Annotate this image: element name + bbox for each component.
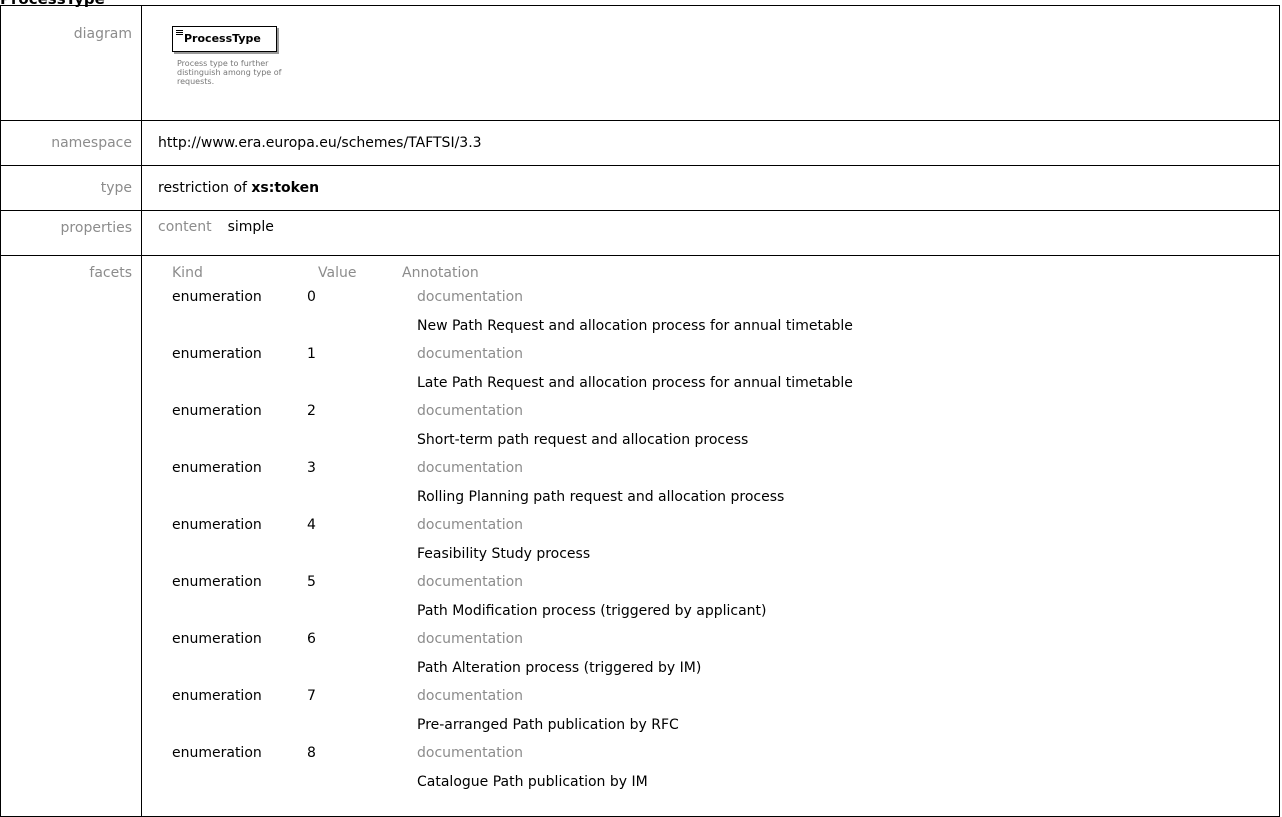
facet-doc-label: documentation — [417, 346, 524, 362]
facet-doc-label: documentation — [417, 517, 524, 533]
properties-row: properties content simple — [0, 210, 1280, 256]
facet-doc-label: documentation — [417, 289, 524, 305]
property-key: content — [158, 219, 212, 235]
facet-kind: enumeration — [172, 346, 262, 362]
facet-doc-label: documentation — [417, 460, 524, 476]
facet-value: 6 — [307, 631, 316, 647]
facet-row: enumeration 5 documentation Path Modificati… — [142, 574, 1279, 631]
facet-doc-text: Path Alteration process (triggered by IM… — [417, 660, 702, 676]
properties-label: properties — [0, 210, 142, 256]
type-value: restriction of xs:token — [141, 165, 1280, 211]
simple-type-icon — [176, 30, 183, 36]
facet-value: 8 — [307, 745, 316, 761]
process-type-node-label: ProcessType — [184, 32, 261, 45]
facet-row: enumeration 3 documentation Rolling Plannin… — [142, 460, 1279, 517]
facet-doc-text: Pre-arranged Path publication by RFC — [417, 717, 679, 733]
facet-kind: enumeration — [172, 403, 262, 419]
facet-kind: enumeration — [172, 460, 262, 476]
facet-row: enumeration 7 documentation Pre-arranged Pa… — [142, 688, 1279, 745]
facet-doc-text: Feasibility Study process — [417, 546, 591, 562]
facets-cell: Kind Value Annotation enumeration 0 docume… — [141, 255, 1280, 817]
facet-doc-label: documentation — [417, 574, 524, 590]
namespace-label: namespace — [0, 120, 142, 166]
type-prefix: restriction of — [158, 180, 247, 196]
facet-doc-label: documentation — [417, 688, 524, 704]
facet-row: enumeration 4 documentation Feasibility Stu… — [142, 517, 1279, 574]
facet-value: 2 — [307, 403, 316, 419]
facet-value: 1 — [307, 346, 316, 362]
diagram: ProcessType Process type to further dist… — [142, 6, 1279, 120]
type-documentation-table: diagram ProcessType Process type to furt… — [0, 5, 1280, 817]
facet-kind: enumeration — [172, 745, 262, 761]
facet-doc-label: documentation — [417, 403, 524, 419]
facet-row: enumeration 8 documentation Catalogue Path … — [142, 745, 1279, 802]
facet-kind: enumeration — [172, 688, 262, 704]
type-base: xs:token — [251, 180, 320, 196]
facet-doc-text: Catalogue Path publication by IM — [417, 774, 648, 790]
facet-kind: enumeration — [172, 574, 262, 590]
facet-value: 0 — [307, 289, 316, 305]
facets-table: Kind Value Annotation enumeration 0 docume… — [142, 256, 1279, 816]
facet-kind: enumeration — [172, 631, 262, 647]
facet-value: 4 — [307, 517, 316, 533]
diagram-cell: ProcessType Process type to further dist… — [141, 5, 1280, 121]
facet-kind: enumeration — [172, 517, 262, 533]
facet-row: enumeration 6 documentation Path Alteration… — [142, 631, 1279, 688]
facet-value: 5 — [307, 574, 316, 590]
type-label: type — [0, 165, 142, 211]
namespace-value: http://www.era.europa.eu/schemes/TAFTSI/… — [141, 120, 1280, 166]
facet-kind: enumeration — [172, 289, 262, 305]
facet-value: 3 — [307, 460, 316, 476]
facet-doc-text: Short-term path request and allocation p… — [417, 432, 749, 448]
facet-doc-text: Late Path Request and allocation process… — [417, 375, 853, 391]
facets-header-value: Value — [318, 265, 357, 281]
properties-value: content simple — [141, 210, 1280, 256]
facets-header-kind: Kind — [172, 265, 203, 281]
facet-value: 7 — [307, 688, 316, 704]
type-row: type restriction of xs:token — [0, 165, 1280, 211]
facets-label: facets — [0, 255, 142, 817]
facet-doc-text: New Path Request and allocation process … — [417, 318, 853, 334]
process-type-node[interactable]: ProcessType — [172, 26, 277, 52]
namespace-row: namespace http://www.era.europa.eu/schem… — [0, 120, 1280, 166]
property-value: simple — [227, 219, 274, 235]
facet-doc-text: Path Modification process (triggered by … — [417, 603, 767, 619]
diagram-row: diagram ProcessType Process type to furt… — [0, 5, 1280, 121]
facet-doc-label: documentation — [417, 631, 524, 647]
facet-row: enumeration 0 documentation New Path Reques… — [142, 289, 1279, 346]
facets-row: facets Kind Value Annotation enumeration… — [0, 255, 1280, 817]
facet-doc-text: Rolling Planning path request and alloca… — [417, 489, 785, 505]
diagram-label: diagram — [0, 5, 142, 121]
facet-doc-label: documentation — [417, 745, 524, 761]
process-type-node-doc: Process type to further distinguish amon… — [177, 59, 282, 86]
facet-row: enumeration 2 documentation Short-term path… — [142, 403, 1279, 460]
facet-row: enumeration 1 documentation Late Path Reque… — [142, 346, 1279, 403]
facets-header-annotation: Annotation — [402, 265, 479, 281]
